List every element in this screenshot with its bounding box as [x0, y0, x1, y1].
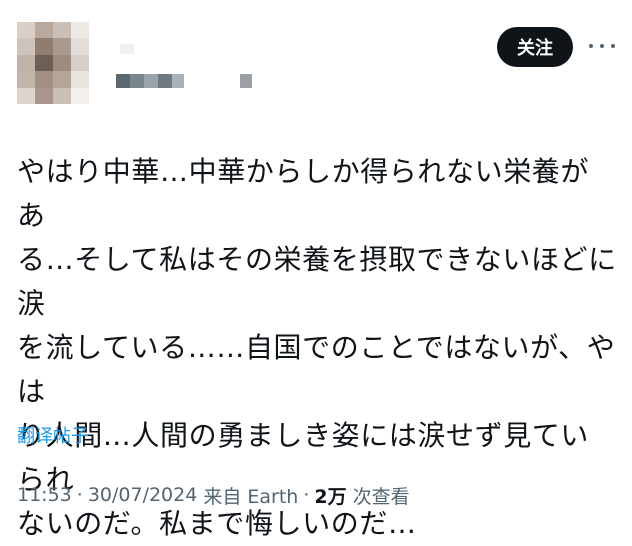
user-handle-suffix — [240, 74, 252, 88]
views-count[interactable]: 2万 — [314, 482, 346, 509]
display-name[interactable] — [120, 44, 134, 54]
handle-pixel — [116, 74, 130, 88]
tweet-date[interactable]: 30/07/2024 — [88, 484, 198, 506]
avatar-pixel — [53, 87, 71, 104]
tweet-source: 来自 Earth — [203, 485, 299, 508]
translate-post-link[interactable]: 翻译帖子 — [17, 422, 89, 448]
avatar-pixel — [17, 87, 35, 104]
user-handle[interactable] — [116, 74, 184, 88]
avatar-pixel — [53, 71, 71, 88]
user-name-block[interactable] — [112, 38, 372, 98]
avatar-pixel — [53, 38, 71, 55]
avatar-pixel — [35, 38, 53, 55]
separator: · — [76, 484, 83, 506]
avatar-pixel — [17, 54, 35, 72]
avatar-pixel — [53, 22, 71, 39]
avatar-pixel — [17, 71, 35, 88]
handle-pixel — [144, 74, 158, 88]
avatar-pixel — [17, 38, 35, 55]
avatar-pixel — [35, 71, 53, 88]
tweet-header: 关注 — [0, 0, 632, 120]
avatar-pixel — [17, 22, 35, 39]
follow-button[interactable]: 关注 — [497, 27, 573, 67]
handle-pixel — [130, 74, 144, 88]
avatar-pixel — [71, 87, 89, 104]
avatar-pixel — [35, 22, 53, 39]
avatar-pixel — [71, 38, 89, 55]
avatar-pixel — [53, 54, 71, 72]
avatar[interactable] — [17, 22, 89, 104]
separator: · — [303, 484, 310, 506]
avatar-pixel — [71, 22, 89, 39]
handle-pixel — [158, 74, 172, 88]
tweet-time[interactable]: 11:53 — [17, 484, 72, 506]
avatar-pixel — [71, 54, 89, 72]
avatar-pixel — [35, 54, 53, 72]
avatar-pixel — [71, 71, 89, 88]
handle-pixel — [172, 74, 184, 88]
more-horizontal-icon[interactable] — [589, 36, 615, 56]
tweet-meta: 11:53 · 30/07/2024 来自 Earth · 2万 次查看 — [17, 480, 410, 510]
avatar-pixel — [35, 87, 53, 104]
views-label[interactable]: 次查看 — [353, 482, 410, 509]
